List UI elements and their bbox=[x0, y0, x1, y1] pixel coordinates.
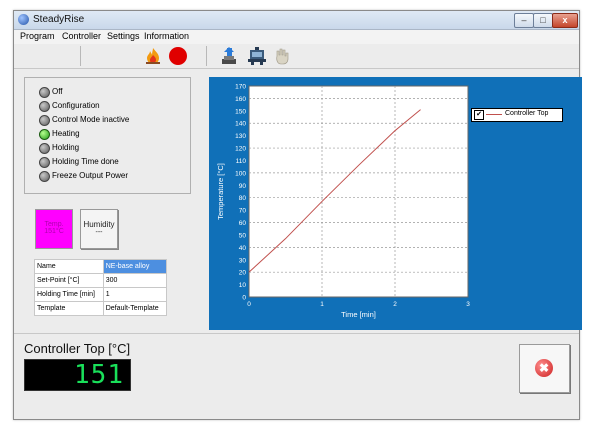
table-key: Set-Point [°C] bbox=[34, 273, 104, 288]
y-tick-label: 30 bbox=[239, 257, 247, 264]
humidity-tile-label: Humidity bbox=[83, 220, 115, 229]
temp-tile-label: Temp. bbox=[44, 221, 64, 228]
y-tick-label: 110 bbox=[236, 158, 247, 165]
menu-controller[interactable]: Controller bbox=[62, 31, 101, 41]
toolbar-separator bbox=[206, 46, 207, 66]
table-row: Template Default-Template bbox=[34, 301, 168, 316]
y-axis-label: Temperature [°C] bbox=[216, 163, 225, 220]
minimize-button[interactable]: – bbox=[514, 13, 534, 28]
y-tick-label: 150 bbox=[235, 108, 246, 115]
x-tick-label: 2 bbox=[393, 301, 397, 308]
y-tick-label: 60 bbox=[239, 220, 247, 227]
status-label: Control Mode inactive bbox=[52, 115, 130, 124]
status-label: Holding Time done bbox=[52, 157, 119, 166]
robot-icon[interactable] bbox=[247, 47, 267, 65]
upload-icon[interactable] bbox=[220, 47, 238, 65]
table-key: Name bbox=[34, 259, 104, 274]
y-tick-label: 160 bbox=[235, 96, 246, 103]
title-bar: SteadyRise – □ x bbox=[14, 11, 579, 30]
y-tick-label: 140 bbox=[235, 121, 246, 128]
table-key: Holding Time [min] bbox=[34, 287, 104, 302]
stop-button[interactable]: ✖ bbox=[519, 344, 570, 393]
legend-checkbox[interactable]: ✔ bbox=[474, 110, 484, 120]
table-value[interactable]: Default-Template bbox=[102, 301, 168, 316]
toolbar-separator bbox=[80, 46, 81, 66]
temp-tile[interactable]: Temp. 151°C bbox=[35, 209, 73, 249]
section-divider bbox=[14, 333, 579, 334]
menu-settings[interactable]: Settings bbox=[107, 31, 140, 41]
close-circle-icon: ✖ bbox=[535, 359, 553, 377]
chart-legend: ✔ Controller Top bbox=[471, 108, 563, 122]
y-tick-label: 50 bbox=[239, 232, 247, 239]
menu-information[interactable]: Information bbox=[144, 31, 189, 41]
maximize-button[interactable]: □ bbox=[533, 13, 553, 28]
fire-icon[interactable] bbox=[144, 47, 162, 65]
x-tick-label: 0 bbox=[247, 301, 251, 308]
status-led-icon bbox=[39, 101, 50, 112]
controller-value: 151 bbox=[74, 360, 124, 390]
status-label: Heating bbox=[52, 129, 80, 138]
close-window-button[interactable]: x bbox=[552, 13, 578, 28]
status-led-icon bbox=[39, 143, 50, 154]
program-info-table: Name NE-base alloy Set-Point [°C] 300 Ho… bbox=[34, 259, 168, 316]
y-tick-label: 10 bbox=[239, 282, 247, 289]
table-value[interactable]: 1 bbox=[102, 287, 168, 302]
y-tick-label: 40 bbox=[239, 245, 247, 252]
status-led-on-icon bbox=[39, 129, 50, 140]
status-label: Off bbox=[52, 87, 63, 96]
x-tick-label: 1 bbox=[320, 301, 324, 308]
y-tick-label: 120 bbox=[235, 146, 246, 153]
controller-lcd-display: 151 bbox=[24, 359, 131, 391]
status-label: Holding bbox=[52, 143, 80, 152]
table-value[interactable]: 300 bbox=[102, 273, 168, 288]
menu-program[interactable]: Program bbox=[20, 31, 55, 41]
status-led-icon bbox=[39, 157, 50, 168]
plot-area bbox=[248, 85, 469, 298]
table-row: Holding Time [min] 1 bbox=[34, 287, 168, 302]
chart-panel: 0 10 20 30 40 50 60 70 80 90 100 110 120 130 140 150 160… bbox=[209, 77, 582, 330]
status-led-icon bbox=[39, 87, 50, 98]
menu-bar: Program Controller Settings Information bbox=[14, 30, 579, 44]
app-window: SteadyRise – □ x Program Controller Sett… bbox=[13, 10, 582, 420]
record-icon[interactable] bbox=[168, 46, 188, 66]
window-title: SteadyRise bbox=[33, 14, 85, 25]
y-tick-label: 20 bbox=[239, 270, 247, 277]
table-value[interactable]: NE-base alloy bbox=[102, 259, 168, 274]
temp-tile-value: 151°C bbox=[44, 228, 64, 235]
hand-icon[interactable] bbox=[273, 47, 291, 65]
status-label: Freeze Output Power bbox=[52, 171, 129, 180]
app-icon bbox=[18, 14, 29, 25]
toolbar bbox=[14, 44, 579, 69]
y-tick-label: 90 bbox=[239, 183, 247, 190]
legend-series-label: Controller Top bbox=[505, 110, 549, 117]
y-tick-label: 130 bbox=[235, 133, 246, 140]
status-led-icon bbox=[39, 171, 50, 182]
table-row: Set-Point [°C] 300 bbox=[34, 273, 168, 288]
legend-line bbox=[486, 114, 502, 115]
y-tick-label: 0 bbox=[242, 295, 246, 302]
humidity-tile-value: --- bbox=[95, 229, 103, 236]
x-tick-label: 3 bbox=[466, 301, 470, 308]
humidity-tile[interactable]: Humidity --- bbox=[80, 209, 118, 249]
y-tick-label: 100 bbox=[235, 170, 246, 177]
status-panel: Off Configuration Control Mode inactive … bbox=[24, 77, 191, 194]
controller-title: Controller Top [°C] bbox=[24, 341, 131, 356]
table-key: Template bbox=[34, 301, 104, 316]
y-tick-label: 80 bbox=[239, 195, 247, 202]
x-axis-label: Time [min] bbox=[341, 310, 376, 319]
table-row: Name NE-base alloy bbox=[34, 259, 168, 274]
status-led-icon bbox=[39, 115, 50, 126]
y-tick-label: 70 bbox=[239, 208, 247, 215]
status-label: Configuration bbox=[52, 101, 100, 110]
y-tick-label: 170 bbox=[235, 84, 246, 91]
